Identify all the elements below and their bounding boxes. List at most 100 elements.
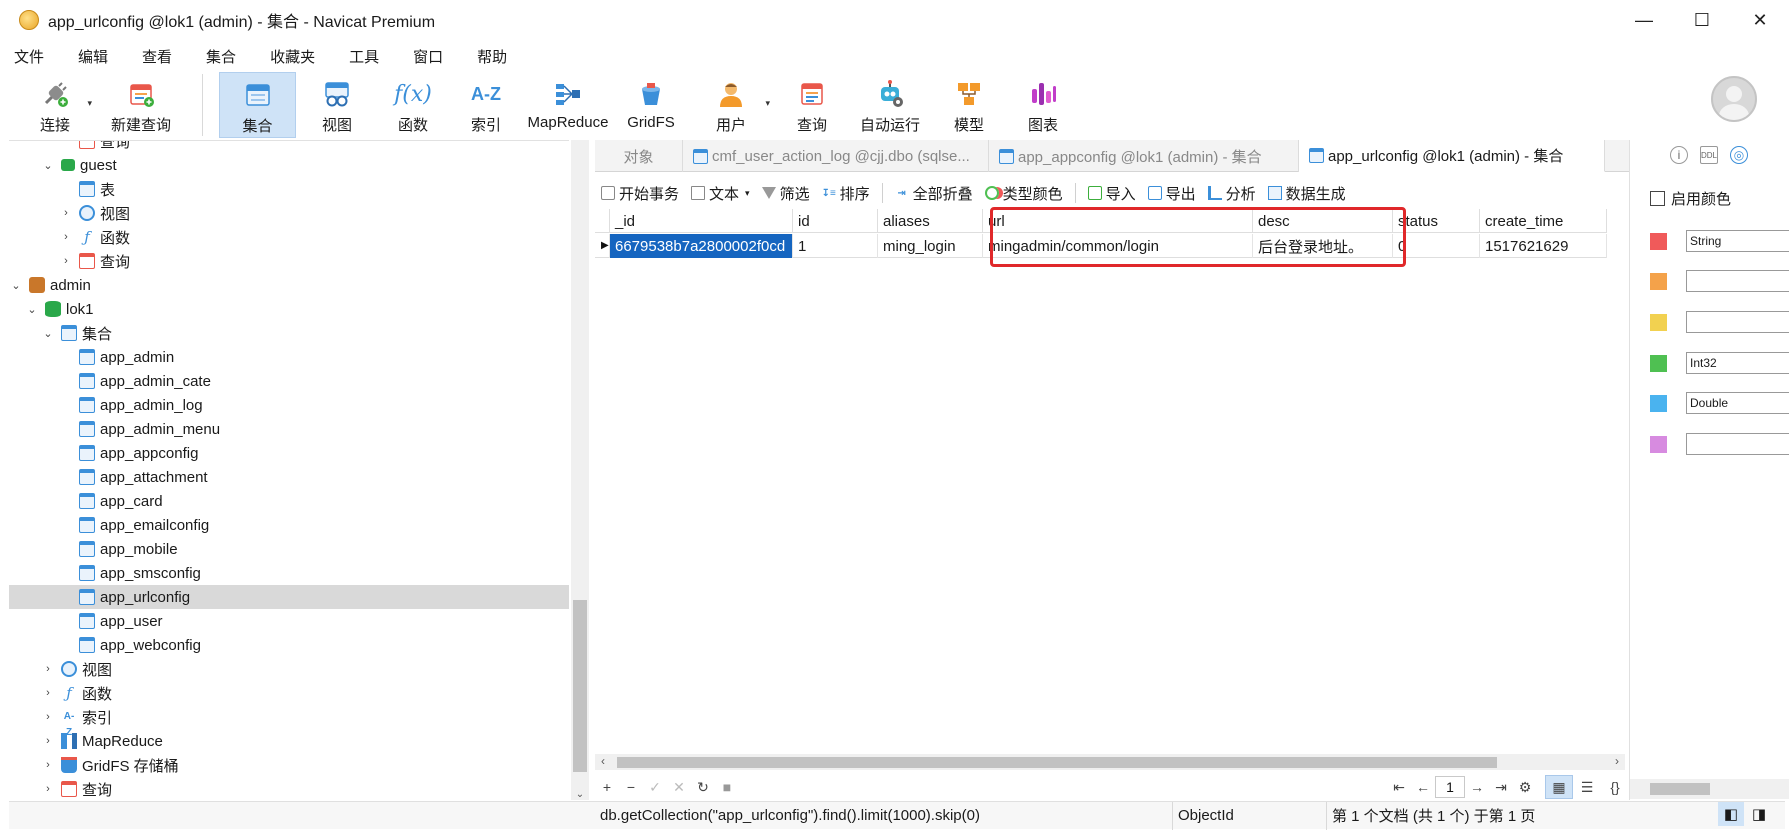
new-query-button[interactable]: 新建查询 — [96, 72, 186, 138]
chevron-right-icon[interactable]: › — [41, 782, 55, 796]
model-button[interactable]: 模型 — [938, 72, 1000, 138]
chevron-down-icon[interactable]: ⌄ — [41, 158, 55, 172]
discard-changes-button[interactable]: ✕ — [667, 779, 691, 796]
chevron-down-icon[interactable]: ⌄ — [41, 326, 55, 340]
type-color-field[interactable] — [1686, 270, 1789, 292]
type-color-field[interactable]: String — [1686, 230, 1789, 252]
type-color-field[interactable]: Double — [1686, 392, 1789, 414]
text-button[interactable]: 文本 ▾ — [691, 183, 750, 204]
chevron-right-icon[interactable]: › — [41, 758, 55, 772]
begin-transaction-button[interactable]: 开始事务 — [601, 183, 679, 204]
collapse-all-button[interactable]: ⇥ 全部折叠 — [895, 183, 972, 204]
filter-button[interactable]: 筛选 — [761, 183, 810, 204]
chevron-down-icon[interactable]: ⌄ — [9, 278, 23, 292]
tree-item-query-partial[interactable]: 查询 — [9, 141, 569, 153]
menu-tools[interactable]: 工具 — [349, 46, 379, 67]
tree-item-collection[interactable]: app_appconfig — [9, 441, 569, 465]
tree-view-button[interactable]: ☰ — [1573, 775, 1601, 799]
tree-item-gridfs[interactable]: › GridFS 存储桶 — [9, 753, 569, 777]
column-header-status[interactable]: status — [1393, 209, 1480, 233]
type-color-field[interactable]: Int32 — [1686, 352, 1789, 374]
menu-favorites[interactable]: 收藏夹 — [270, 46, 315, 67]
color-swatch[interactable] — [1650, 435, 1667, 453]
tree-item-collection[interactable]: app_user — [9, 609, 569, 633]
automation-button[interactable]: 自动运行 — [852, 72, 928, 138]
info-icon[interactable]: i — [1670, 146, 1688, 164]
tree-item-collection[interactable]: app_attachment — [9, 465, 569, 489]
tree-item-collection[interactable]: app_card — [9, 489, 569, 513]
column-header-aliases[interactable]: aliases — [878, 209, 983, 233]
index-button[interactable]: A-Z 索引 — [454, 72, 518, 138]
previous-page-button[interactable]: ← — [1411, 779, 1435, 795]
scrollbar-thumb[interactable] — [573, 600, 587, 772]
cell-_id[interactable]: 6679538b7a2800002f0cd — [610, 234, 793, 258]
cell-status[interactable]: 0 — [1393, 234, 1480, 258]
gear-icon[interactable]: ⚙ — [1513, 779, 1537, 796]
panel-layout-button[interactable]: ◧ — [1718, 802, 1744, 826]
chevron-down-icon[interactable]: ▾ — [745, 188, 750, 199]
chevron-right-icon[interactable]: › — [59, 230, 73, 244]
cell-create-time[interactable]: 1517621629 — [1480, 234, 1607, 258]
scrollbar-thumb[interactable] — [1650, 783, 1710, 795]
type-color-button[interactable]: 类型颜色 — [984, 183, 1063, 204]
tab-objects[interactable]: 对象 — [595, 140, 683, 172]
close-button[interactable]: ✕ — [1731, 0, 1789, 40]
panel-layout-button[interactable]: ◨ — [1746, 802, 1772, 826]
tab-app-urlconfig[interactable]: app_urlconfig @lok1 (admin) - 集合 — [1299, 140, 1605, 172]
data-generation-button[interactable]: 数据生成 — [1267, 183, 1346, 204]
chevron-right-icon[interactable]: › — [1615, 754, 1619, 768]
color-swatch[interactable] — [1650, 272, 1667, 290]
tree-item-guest[interactable]: ⌄ guest — [9, 153, 569, 177]
tree-item-collection[interactable]: app_admin_menu — [9, 417, 569, 441]
first-page-button[interactable]: ⇤ — [1387, 779, 1411, 796]
chevron-down-icon[interactable]: ⌄ — [571, 789, 589, 800]
apply-changes-button[interactable]: ✓ — [643, 779, 667, 796]
tree-item-mapreduce[interactable]: › MapReduce — [9, 729, 569, 753]
tree-item-indexes[interactable]: › A-Z 索引 — [9, 705, 569, 739]
chevron-right-icon[interactable]: › — [59, 254, 73, 268]
export-button[interactable]: 导出 — [1147, 183, 1196, 204]
tree-item-guest-view[interactable]: › 视图 — [9, 201, 569, 225]
user-avatar[interactable] — [1711, 76, 1757, 122]
ddl-icon[interactable]: DDL — [1700, 146, 1718, 164]
minimize-button[interactable]: — — [1615, 0, 1673, 40]
tree-item-collection[interactable]: app_emailconfig — [9, 513, 569, 537]
tree-item-collection[interactable]: app_admin_log — [9, 393, 569, 417]
sort-button[interactable]: ↧≡ 排序 — [822, 183, 870, 204]
function-button[interactable]: f(x) 函数 — [378, 72, 448, 138]
user-button[interactable]: 用户 ▾ — [696, 72, 770, 138]
checkbox[interactable] — [1650, 191, 1665, 206]
tree-item-collection[interactable]: app_admin_cate — [9, 369, 569, 393]
menu-collection[interactable]: 集合 — [206, 46, 236, 67]
type-color-field[interactable] — [1686, 433, 1789, 455]
refresh-button[interactable]: ↻ — [691, 779, 715, 796]
color-swatch[interactable] — [1650, 313, 1667, 331]
tree-item-collection[interactable]: app_admin — [9, 345, 569, 369]
query-button[interactable]: 查询 — [778, 72, 846, 138]
tree-scrollbar[interactable]: ⌄ — [571, 140, 589, 800]
column-header-_id[interactable]: _id — [610, 209, 793, 233]
chevron-left-icon[interactable]: ‹ — [601, 754, 605, 768]
tree-item-collection-selected[interactable]: app_urlconfig — [9, 585, 569, 609]
tab-cmf-user-action-log[interactable]: cmf_user_action_log @cjj.dbo (sqlse... — [683, 140, 989, 172]
grid-horizontal-scrollbar[interactable]: ‹ › — [595, 754, 1625, 770]
panel-horizontal-scrollbar[interactable] — [1630, 779, 1789, 799]
tree-item-views[interactable]: › 视图 — [9, 657, 569, 681]
chevron-right-icon[interactable]: › — [41, 734, 55, 748]
tab-app-appconfig[interactable]: app_appconfig @lok1 (admin) - 集合 — [989, 140, 1299, 172]
column-header-create-time[interactable]: create_time — [1480, 209, 1607, 233]
column-header-id[interactable]: id — [793, 209, 878, 233]
grid-view-button[interactable]: ▦ — [1545, 775, 1573, 799]
menu-window[interactable]: 窗口 — [413, 46, 443, 67]
menu-help[interactable]: 帮助 — [477, 46, 507, 67]
chevron-right-icon[interactable]: › — [59, 206, 73, 220]
chart-button[interactable]: 图表 — [1012, 72, 1074, 138]
connect-button[interactable]: 连接 ▾ — [28, 72, 92, 138]
cell-aliases[interactable]: ming_login — [878, 234, 983, 258]
cell-id[interactable]: 1 — [793, 234, 878, 258]
tree-item-lok1[interactable]: ⌄ lok1 — [9, 297, 569, 321]
color-swatch[interactable] — [1650, 232, 1667, 250]
tree-item-collection[interactable]: app_smsconfig — [9, 561, 569, 585]
analyze-button[interactable]: 分析 — [1207, 183, 1256, 204]
stop-button[interactable]: ■ — [715, 779, 739, 795]
